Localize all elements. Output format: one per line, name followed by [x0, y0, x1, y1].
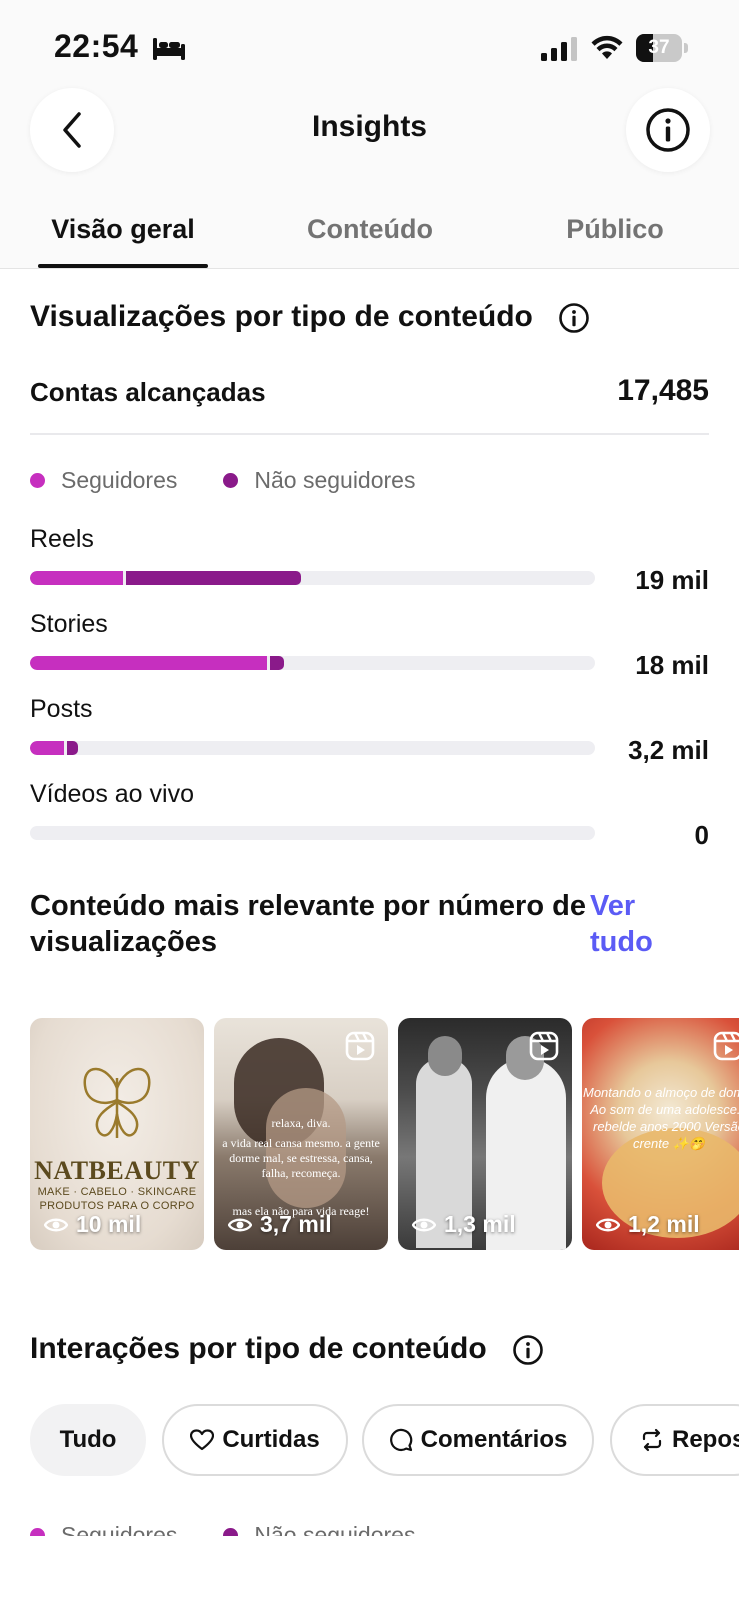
content-thumbnail[interactable]: NATBEAUTY MAKE · CABELO · SKINCARE PRODU…: [30, 1018, 204, 1250]
tabs-divider: [0, 268, 739, 269]
view-count-text: 1,3 mil: [444, 1211, 516, 1237]
heart-icon: [190, 1429, 215, 1451]
view-count: 3,7 mil: [228, 1211, 332, 1238]
battery-indicator: 37: [636, 34, 688, 62]
non-followers-segment: [67, 741, 78, 755]
top-content-carousel[interactable]: NATBEAUTY MAKE · CABELO · SKINCARE PRODU…: [30, 1018, 739, 1252]
legend-non-followers: Não seguidores: [223, 467, 415, 494]
views-legend: Seguidores Não seguidores: [30, 465, 461, 495]
metric-bar: [30, 826, 595, 840]
views-section-title: Visualizações por tipo de conteúdo: [30, 300, 533, 333]
chip-likes[interactable]: Curtidas: [162, 1404, 348, 1476]
interactions-info-icon[interactable]: [512, 1334, 544, 1366]
metric-value: 18 mil: [635, 650, 709, 680]
cellular-signal-icon: [541, 37, 577, 61]
metric-bar: [30, 656, 595, 670]
metric-label: Posts: [30, 695, 93, 723]
tab-audience[interactable]: Público: [540, 214, 690, 245]
followers-segment: [30, 571, 123, 585]
reel-icon: [529, 1031, 559, 1061]
interactions-section-title: Interações por tipo de conteúdo: [30, 1332, 487, 1365]
metric-label: Vídeos ao vivo: [30, 780, 194, 808]
view-count: 10 mil: [44, 1211, 141, 1238]
eye-icon: [44, 1218, 68, 1231]
chip-all[interactable]: Tudo: [30, 1404, 146, 1476]
metric-value: 19 mil: [635, 565, 709, 595]
followers-dot: [30, 472, 45, 488]
divider: [30, 433, 709, 435]
eye-icon: [412, 1218, 436, 1231]
non-followers-segment: [270, 656, 284, 670]
overlay-text: a vida real cansa mesmo. a gente dorme m…: [222, 1136, 380, 1180]
see-all-link[interactable]: Ver tudo: [590, 888, 700, 960]
eye-icon: [596, 1218, 620, 1231]
info-icon: [646, 108, 690, 152]
legend-followers: Seguidores: [30, 467, 177, 494]
brand-subtitle: MAKE · CABELO · SKINCARE: [37, 1186, 197, 1198]
view-count: 1,2 mil: [596, 1211, 700, 1238]
eye-icon: [228, 1218, 252, 1231]
content-thumbnail[interactable]: 1,3 mil: [398, 1018, 572, 1250]
battery-percent: 37: [648, 37, 670, 58]
caption-text: Montando o almoço de dom... Ao som de um…: [583, 1085, 739, 1151]
wifi-icon: [591, 35, 623, 59]
bed-icon: [153, 38, 185, 60]
chip-comments[interactable]: Comentários: [362, 1404, 594, 1476]
metric-value: 0: [694, 820, 709, 850]
bottom-fade: [0, 1536, 739, 1600]
legend-followers-label: Seguidores: [61, 466, 178, 493]
metric-posts[interactable]: Posts 3,2 mil: [30, 695, 709, 775]
views-info-icon[interactable]: [558, 302, 590, 334]
view-count: 1,3 mil: [412, 1211, 516, 1238]
view-count-text: 3,7 mil: [260, 1211, 332, 1237]
followers-segment: [30, 741, 64, 755]
top-content-title: Conteúdo mais relevante por número de vi…: [30, 890, 586, 958]
view-count-text: 1,2 mil: [628, 1211, 700, 1237]
legend-non-followers-label: Não seguidores: [254, 466, 416, 493]
non-followers-dot: [223, 472, 239, 488]
content-thumbnail[interactable]: Montando o almoço de dom... Ao som de um…: [582, 1018, 739, 1250]
reel-icon: [713, 1031, 739, 1061]
chip-label: Repos: [672, 1426, 739, 1453]
tab-overview[interactable]: Visão geral: [38, 214, 208, 245]
content-thumbnail[interactable]: relaxa, diva. a vida real cansa mesmo. a…: [214, 1018, 388, 1250]
metric-live-videos[interactable]: Vídeos ao vivo 0: [30, 780, 709, 860]
butterfly-logo-icon: [83, 1067, 151, 1138]
chip-reposts[interactable]: Repos: [610, 1404, 739, 1476]
metric-bar: [30, 571, 595, 585]
metric-stories[interactable]: Stories 18 mil: [30, 610, 709, 690]
metric-label: Stories: [30, 610, 108, 638]
interaction-filter-chips: Tudo Curtidas Comentários Repos: [30, 1404, 739, 1476]
chip-label: Comentários: [420, 1426, 568, 1453]
tab-content[interactable]: Conteúdo: [282, 214, 458, 245]
reel-icon: [345, 1031, 375, 1061]
repost-icon: [642, 1428, 662, 1452]
status-bar: 22:54 37: [0, 0, 739, 100]
chip-label: Tudo: [59, 1426, 117, 1453]
metric-label: Reels: [30, 525, 94, 553]
followers-segment: [30, 656, 267, 670]
comment-icon: [389, 1428, 412, 1452]
overlay-text: relaxa, diva.: [271, 1116, 331, 1130]
tab-bar: Visão geral Conteúdo Público: [0, 190, 739, 268]
chip-label: Curtidas: [222, 1426, 320, 1453]
reach-value: 17,485: [617, 374, 709, 407]
non-followers-segment: [126, 571, 301, 585]
metric-reels[interactable]: Reels 19 mil: [30, 525, 709, 605]
brand-logo-text: NATBEAUTY: [34, 1156, 200, 1185]
metric-value: 3,2 mil: [628, 735, 709, 765]
status-time: 22:54: [54, 28, 139, 64]
reach-label: Contas alcançadas: [30, 377, 266, 407]
info-button[interactable]: [626, 88, 710, 172]
metric-bar: [30, 741, 595, 755]
view-count-text: 10 mil: [76, 1211, 142, 1237]
